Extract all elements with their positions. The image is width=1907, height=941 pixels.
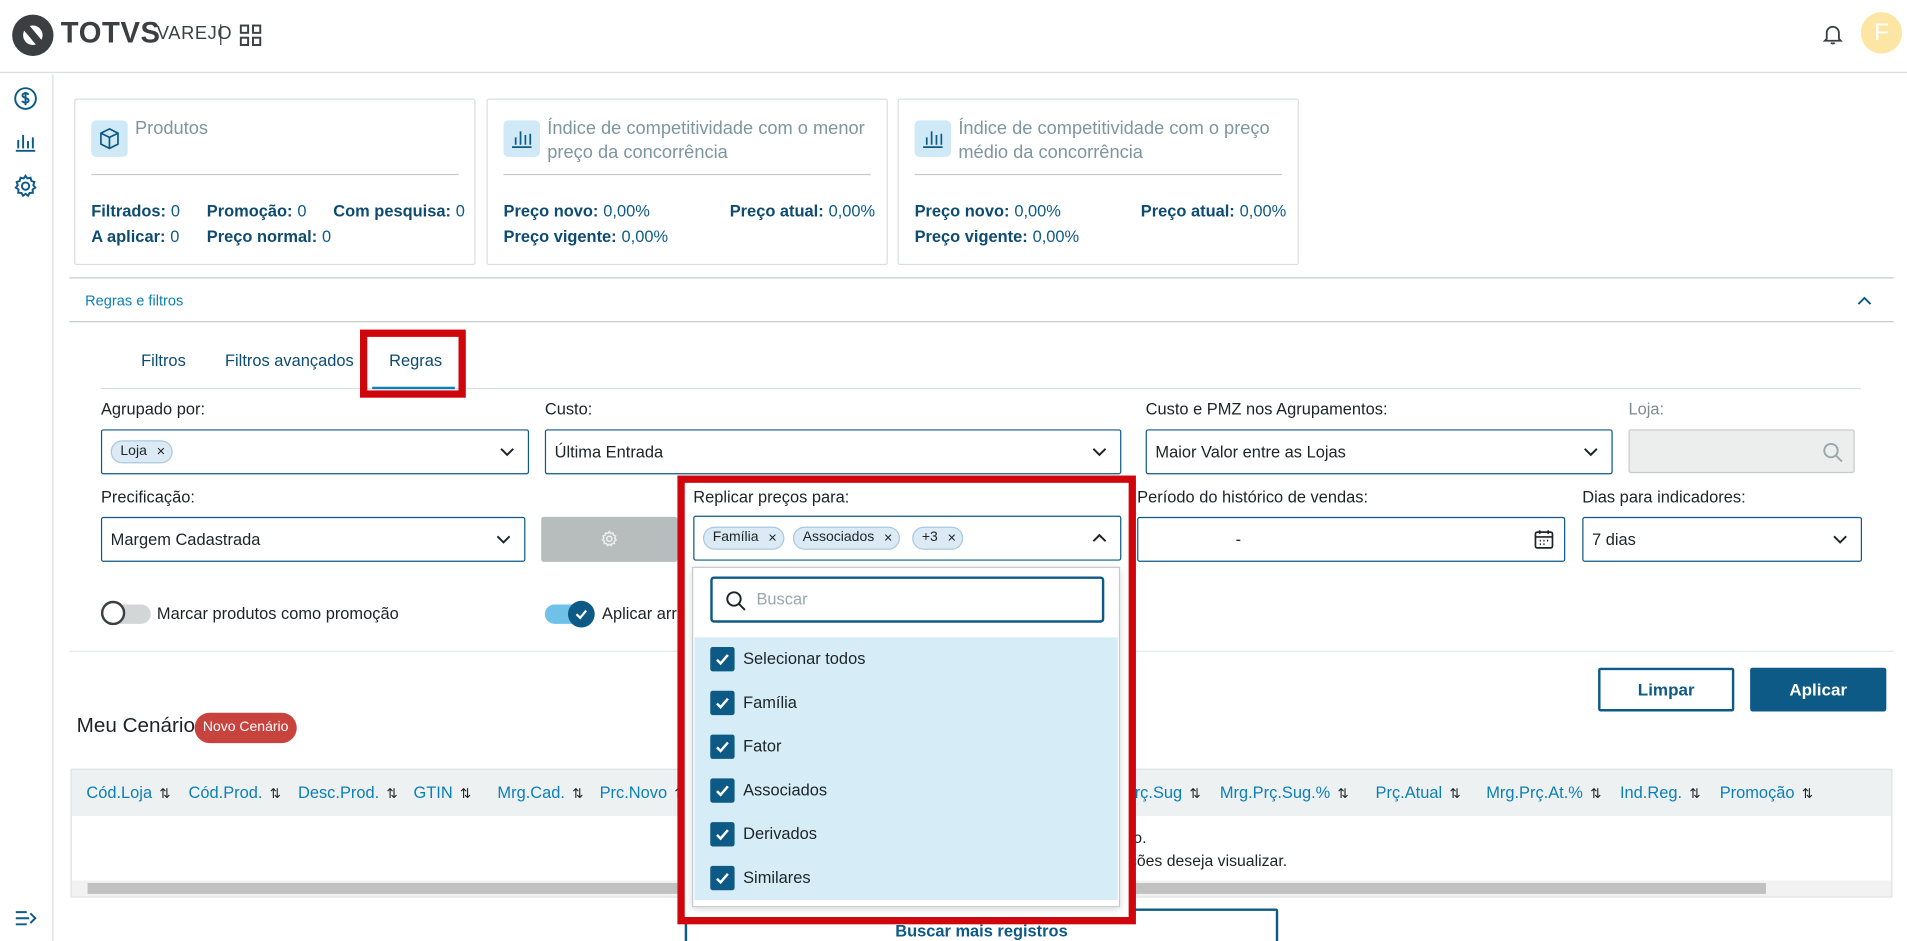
loja-label: Loja:	[1628, 400, 1665, 419]
box-icon	[91, 120, 128, 157]
precificacao-select[interactable]: Margem Cadastrada	[100, 516, 526, 562]
col-prc-sug[interactable]: rç.Sug ⇅	[1135, 783, 1201, 801]
chevron-down-icon[interactable]	[1582, 445, 1599, 460]
card-field: Filtrados: 0	[91, 201, 181, 221]
chevron-down-icon[interactable]	[495, 533, 512, 548]
custo-pmz-label: Custo e PMZ nos Agrupamentos:	[1145, 400, 1388, 419]
agrupado-label: Agrupado por:	[100, 400, 206, 419]
col-gtin[interactable]: GTIN ⇅	[414, 783, 472, 801]
chip-loja[interactable]: Loja ×	[110, 440, 173, 464]
search-icon	[1823, 442, 1843, 463]
chevron-down-icon[interactable]	[499, 445, 516, 460]
custo-select[interactable]: Última Entrada	[544, 429, 1122, 475]
agrupado-select[interactable]: Loja ×	[100, 429, 530, 475]
card-field: Preço atual: 0,00%	[1140, 201, 1287, 221]
card-divider	[91, 173, 459, 176]
custo-pmz-select[interactable]: Maior Valor entre as Lojas	[1145, 429, 1613, 475]
card-field: A aplicar: 0	[91, 227, 180, 246]
bar-chart-icon[interactable]	[13, 130, 37, 154]
card-divider	[914, 173, 1282, 176]
col-mrg-cad[interactable]: Mrg.Cad. ⇅	[497, 783, 583, 801]
card-title: Produtos	[134, 117, 209, 139]
user-avatar[interactable]: F	[1860, 12, 1903, 54]
sidebar	[0, 74, 54, 941]
chevron-down-icon[interactable]	[1091, 445, 1108, 460]
card-title: Índice de competitividade com o menor pre…	[547, 117, 865, 163]
card-field: Preço normal: 0	[206, 227, 332, 246]
col-cod-loja[interactable]: Cód.Loja ⇅	[86, 783, 170, 801]
tab-filtros[interactable]: Filtros	[141, 351, 186, 369]
arred-toggle[interactable]	[544, 600, 595, 628]
new-scenario-badge: Novo Cenário	[194, 712, 297, 744]
col-mrg-prc-sug[interactable]: Mrg.Prç.Sug.% ⇅	[1220, 783, 1349, 801]
section-title[interactable]: Regras e filtros	[85, 292, 183, 309]
apps-grid-icon[interactable]	[239, 24, 262, 46]
top-header: TOTVS VAREJO F	[0, 0, 1907, 73]
highlight-box-dropdown	[677, 475, 1136, 925]
section-divider	[69, 321, 1894, 323]
brand-sub[interactable]: VAREJO	[157, 23, 232, 44]
card-competitividade-menor: Índice de competitividade com o menor pre…	[486, 98, 888, 266]
card-title: Índice de competitividade com o preço méd…	[958, 117, 1270, 163]
card-field: Com pesquisa: 0	[333, 201, 465, 221]
totvs-logo-icon[interactable]	[12, 14, 54, 56]
notification-bell-icon[interactable]	[1821, 22, 1845, 46]
periodo-label: Período do histórico de vendas:	[1137, 487, 1369, 506]
expand-menu-icon[interactable]	[13, 906, 37, 930]
promo-toggle[interactable]	[100, 600, 151, 626]
highlight-box-tab	[359, 329, 466, 398]
col-ind-reg[interactable]: Ind.Reg. ⇅	[1620, 783, 1701, 801]
card-field: Preço novo: 0,00%	[914, 201, 1061, 221]
col-cod-prod[interactable]: Cód.Prod. ⇅	[189, 783, 281, 801]
dias-select[interactable]: 7 dias	[1582, 516, 1863, 562]
card-divider	[503, 173, 871, 176]
col-promocao[interactable]: Promoção ⇅	[1720, 783, 1813, 801]
card-produtos: Produtos Filtrados: 0 Promoção: 0 Com pesq…	[74, 98, 476, 266]
chevron-down-icon[interactable]	[1832, 533, 1849, 548]
apply-button[interactable]: Aplicar	[1750, 667, 1887, 712]
tab-filtros-avancados[interactable]: Filtros avançados	[225, 351, 354, 369]
close-icon[interactable]: ×	[157, 441, 166, 462]
promo-toggle-label: Marcar produtos como promoção	[156, 604, 399, 623]
dias-label: Dias para indicadores:	[1582, 487, 1746, 506]
gear-icon	[601, 530, 618, 547]
dollar-icon[interactable]	[13, 86, 37, 110]
gear-icon[interactable]	[13, 174, 37, 198]
col-mrg-prc-at[interactable]: Mrg.Prç.At.% ⇅	[1486, 783, 1601, 801]
bar-chart-icon	[503, 120, 540, 157]
card-field: Preço atual: 0,00%	[729, 201, 876, 221]
chevron-up-icon[interactable]	[1856, 292, 1873, 309]
check-icon	[575, 609, 588, 620]
scenario-title: Meu Cenário	[76, 713, 195, 738]
empty-message: ações deseja visualizar.	[1120, 851, 1288, 870]
custo-label: Custo:	[544, 400, 593, 419]
card-competitividade-medio: Índice de competitividade com o preço méd…	[897, 98, 1299, 266]
card-field: Preço novo: 0,00%	[503, 201, 650, 221]
col-prc-novo[interactable]: Prc.Novo ⇅	[600, 783, 686, 801]
col-desc-prod[interactable]: Desc.Prod. ⇅	[298, 783, 398, 801]
settings-button	[541, 516, 678, 562]
card-field: Preço vigente: 0,00%	[503, 227, 669, 246]
loja-input	[1628, 429, 1855, 474]
card-field: Preço vigente: 0,00%	[914, 227, 1080, 246]
clear-button[interactable]: Limpar	[1598, 667, 1735, 712]
card-field: Promoção: 0	[206, 201, 307, 221]
col-prc-atual[interactable]: Prç.Atual ⇅	[1376, 783, 1461, 801]
periodo-datepicker[interactable]: -	[1137, 516, 1566, 562]
brand-name[interactable]: TOTVS	[61, 17, 161, 51]
precificacao-label: Precificação:	[100, 487, 195, 506]
calendar-icon[interactable]	[1534, 529, 1555, 550]
section-divider	[69, 277, 1894, 279]
bar-chart-icon	[914, 120, 952, 157]
